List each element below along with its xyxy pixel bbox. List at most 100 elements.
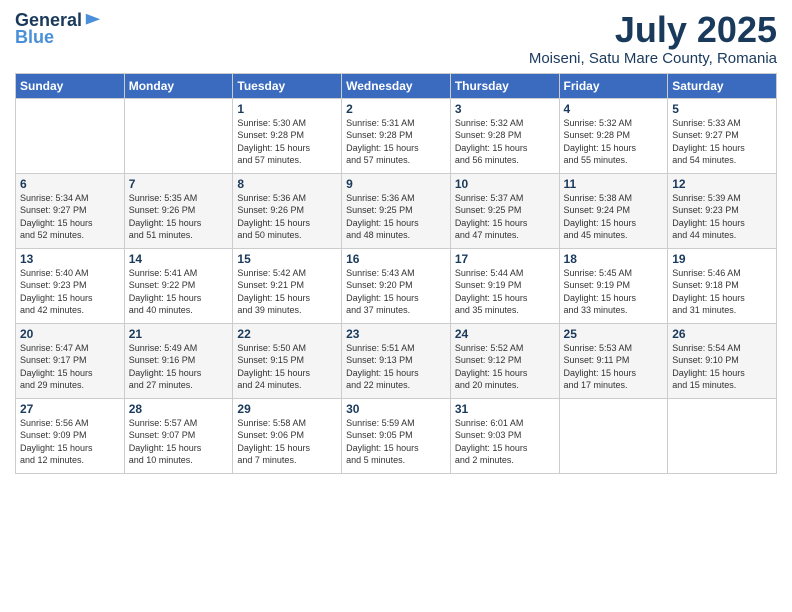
calendar-header-cell: Monday [124, 73, 233, 98]
calendar-cell: 21Sunrise: 5:49 AM Sunset: 9:16 PM Dayli… [124, 323, 233, 398]
day-info: Sunrise: 5:42 AM Sunset: 9:21 PM Dayligh… [237, 267, 337, 317]
calendar-header-cell: Tuesday [233, 73, 342, 98]
calendar-cell: 4Sunrise: 5:32 AM Sunset: 9:28 PM Daylig… [559, 98, 668, 173]
day-number: 12 [672, 177, 772, 191]
day-number: 9 [346, 177, 446, 191]
day-info: Sunrise: 5:54 AM Sunset: 9:10 PM Dayligh… [672, 342, 772, 392]
main-title: July 2025 [529, 10, 777, 50]
day-number: 7 [129, 177, 229, 191]
calendar-header-cell: Saturday [668, 73, 777, 98]
day-number: 5 [672, 102, 772, 116]
day-info: Sunrise: 5:35 AM Sunset: 9:26 PM Dayligh… [129, 192, 229, 242]
day-number: 17 [455, 252, 555, 266]
day-number: 1 [237, 102, 337, 116]
day-number: 31 [455, 402, 555, 416]
calendar-cell [16, 98, 125, 173]
day-info: Sunrise: 5:36 AM Sunset: 9:26 PM Dayligh… [237, 192, 337, 242]
day-number: 13 [20, 252, 120, 266]
day-info: Sunrise: 5:51 AM Sunset: 9:13 PM Dayligh… [346, 342, 446, 392]
day-number: 8 [237, 177, 337, 191]
calendar-cell: 27Sunrise: 5:56 AM Sunset: 9:09 PM Dayli… [16, 398, 125, 473]
calendar-week-row: 20Sunrise: 5:47 AM Sunset: 9:17 PM Dayli… [16, 323, 777, 398]
day-info: Sunrise: 5:43 AM Sunset: 9:20 PM Dayligh… [346, 267, 446, 317]
day-number: 30 [346, 402, 446, 416]
day-info: Sunrise: 5:41 AM Sunset: 9:22 PM Dayligh… [129, 267, 229, 317]
calendar-header-cell: Friday [559, 73, 668, 98]
calendar-week-row: 1Sunrise: 5:30 AM Sunset: 9:28 PM Daylig… [16, 98, 777, 173]
calendar-cell: 30Sunrise: 5:59 AM Sunset: 9:05 PM Dayli… [342, 398, 451, 473]
day-number: 22 [237, 327, 337, 341]
title-block: July 2025 Moiseni, Satu Mare County, Rom… [529, 10, 777, 67]
calendar-cell: 15Sunrise: 5:42 AM Sunset: 9:21 PM Dayli… [233, 248, 342, 323]
calendar-header-cell: Wednesday [342, 73, 451, 98]
calendar-cell: 28Sunrise: 5:57 AM Sunset: 9:07 PM Dayli… [124, 398, 233, 473]
page: General Blue July 2025 Moiseni, Satu Mar… [0, 0, 792, 612]
day-info: Sunrise: 5:34 AM Sunset: 9:27 PM Dayligh… [20, 192, 120, 242]
logo-blue: Blue [15, 27, 54, 48]
calendar-body: 1Sunrise: 5:30 AM Sunset: 9:28 PM Daylig… [16, 98, 777, 473]
day-number: 3 [455, 102, 555, 116]
calendar-cell: 11Sunrise: 5:38 AM Sunset: 9:24 PM Dayli… [559, 173, 668, 248]
calendar-cell: 31Sunrise: 6:01 AM Sunset: 9:03 PM Dayli… [450, 398, 559, 473]
calendar-cell: 17Sunrise: 5:44 AM Sunset: 9:19 PM Dayli… [450, 248, 559, 323]
day-info: Sunrise: 5:30 AM Sunset: 9:28 PM Dayligh… [237, 117, 337, 167]
calendar-cell: 26Sunrise: 5:54 AM Sunset: 9:10 PM Dayli… [668, 323, 777, 398]
day-info: Sunrise: 5:45 AM Sunset: 9:19 PM Dayligh… [564, 267, 664, 317]
calendar-week-row: 6Sunrise: 5:34 AM Sunset: 9:27 PM Daylig… [16, 173, 777, 248]
day-number: 28 [129, 402, 229, 416]
day-number: 21 [129, 327, 229, 341]
calendar-cell: 13Sunrise: 5:40 AM Sunset: 9:23 PM Dayli… [16, 248, 125, 323]
day-number: 19 [672, 252, 772, 266]
calendar-cell: 25Sunrise: 5:53 AM Sunset: 9:11 PM Dayli… [559, 323, 668, 398]
day-info: Sunrise: 5:31 AM Sunset: 9:28 PM Dayligh… [346, 117, 446, 167]
calendar-cell: 22Sunrise: 5:50 AM Sunset: 9:15 PM Dayli… [233, 323, 342, 398]
day-info: Sunrise: 5:53 AM Sunset: 9:11 PM Dayligh… [564, 342, 664, 392]
day-number: 16 [346, 252, 446, 266]
calendar-cell: 19Sunrise: 5:46 AM Sunset: 9:18 PM Dayli… [668, 248, 777, 323]
day-info: Sunrise: 5:58 AM Sunset: 9:06 PM Dayligh… [237, 417, 337, 467]
calendar-cell: 16Sunrise: 5:43 AM Sunset: 9:20 PM Dayli… [342, 248, 451, 323]
day-info: Sunrise: 5:40 AM Sunset: 9:23 PM Dayligh… [20, 267, 120, 317]
day-info: Sunrise: 5:33 AM Sunset: 9:27 PM Dayligh… [672, 117, 772, 167]
day-info: Sunrise: 5:59 AM Sunset: 9:05 PM Dayligh… [346, 417, 446, 467]
calendar-cell [124, 98, 233, 173]
calendar-cell: 10Sunrise: 5:37 AM Sunset: 9:25 PM Dayli… [450, 173, 559, 248]
calendar-cell: 12Sunrise: 5:39 AM Sunset: 9:23 PM Dayli… [668, 173, 777, 248]
day-number: 27 [20, 402, 120, 416]
day-info: Sunrise: 5:38 AM Sunset: 9:24 PM Dayligh… [564, 192, 664, 242]
day-number: 29 [237, 402, 337, 416]
day-info: Sunrise: 5:57 AM Sunset: 9:07 PM Dayligh… [129, 417, 229, 467]
day-info: Sunrise: 5:52 AM Sunset: 9:12 PM Dayligh… [455, 342, 555, 392]
day-info: Sunrise: 6:01 AM Sunset: 9:03 PM Dayligh… [455, 417, 555, 467]
calendar-cell: 9Sunrise: 5:36 AM Sunset: 9:25 PM Daylig… [342, 173, 451, 248]
logo-flag-icon [84, 12, 102, 30]
calendar-header-row: SundayMondayTuesdayWednesdayThursdayFrid… [16, 73, 777, 98]
day-info: Sunrise: 5:37 AM Sunset: 9:25 PM Dayligh… [455, 192, 555, 242]
header: General Blue July 2025 Moiseni, Satu Mar… [15, 10, 777, 67]
logo: General Blue [15, 10, 102, 48]
calendar-cell: 8Sunrise: 5:36 AM Sunset: 9:26 PM Daylig… [233, 173, 342, 248]
calendar-week-row: 13Sunrise: 5:40 AM Sunset: 9:23 PM Dayli… [16, 248, 777, 323]
day-number: 2 [346, 102, 446, 116]
calendar-cell: 1Sunrise: 5:30 AM Sunset: 9:28 PM Daylig… [233, 98, 342, 173]
day-info: Sunrise: 5:44 AM Sunset: 9:19 PM Dayligh… [455, 267, 555, 317]
day-info: Sunrise: 5:32 AM Sunset: 9:28 PM Dayligh… [564, 117, 664, 167]
day-number: 23 [346, 327, 446, 341]
day-info: Sunrise: 5:46 AM Sunset: 9:18 PM Dayligh… [672, 267, 772, 317]
calendar-cell: 2Sunrise: 5:31 AM Sunset: 9:28 PM Daylig… [342, 98, 451, 173]
day-info: Sunrise: 5:39 AM Sunset: 9:23 PM Dayligh… [672, 192, 772, 242]
calendar-cell: 7Sunrise: 5:35 AM Sunset: 9:26 PM Daylig… [124, 173, 233, 248]
calendar-cell: 23Sunrise: 5:51 AM Sunset: 9:13 PM Dayli… [342, 323, 451, 398]
calendar-cell: 5Sunrise: 5:33 AM Sunset: 9:27 PM Daylig… [668, 98, 777, 173]
day-number: 11 [564, 177, 664, 191]
day-number: 6 [20, 177, 120, 191]
day-number: 25 [564, 327, 664, 341]
day-number: 4 [564, 102, 664, 116]
calendar-cell: 3Sunrise: 5:32 AM Sunset: 9:28 PM Daylig… [450, 98, 559, 173]
calendar-cell: 14Sunrise: 5:41 AM Sunset: 9:22 PM Dayli… [124, 248, 233, 323]
day-info: Sunrise: 5:36 AM Sunset: 9:25 PM Dayligh… [346, 192, 446, 242]
day-number: 18 [564, 252, 664, 266]
calendar-cell: 29Sunrise: 5:58 AM Sunset: 9:06 PM Dayli… [233, 398, 342, 473]
day-info: Sunrise: 5:49 AM Sunset: 9:16 PM Dayligh… [129, 342, 229, 392]
calendar-cell [668, 398, 777, 473]
